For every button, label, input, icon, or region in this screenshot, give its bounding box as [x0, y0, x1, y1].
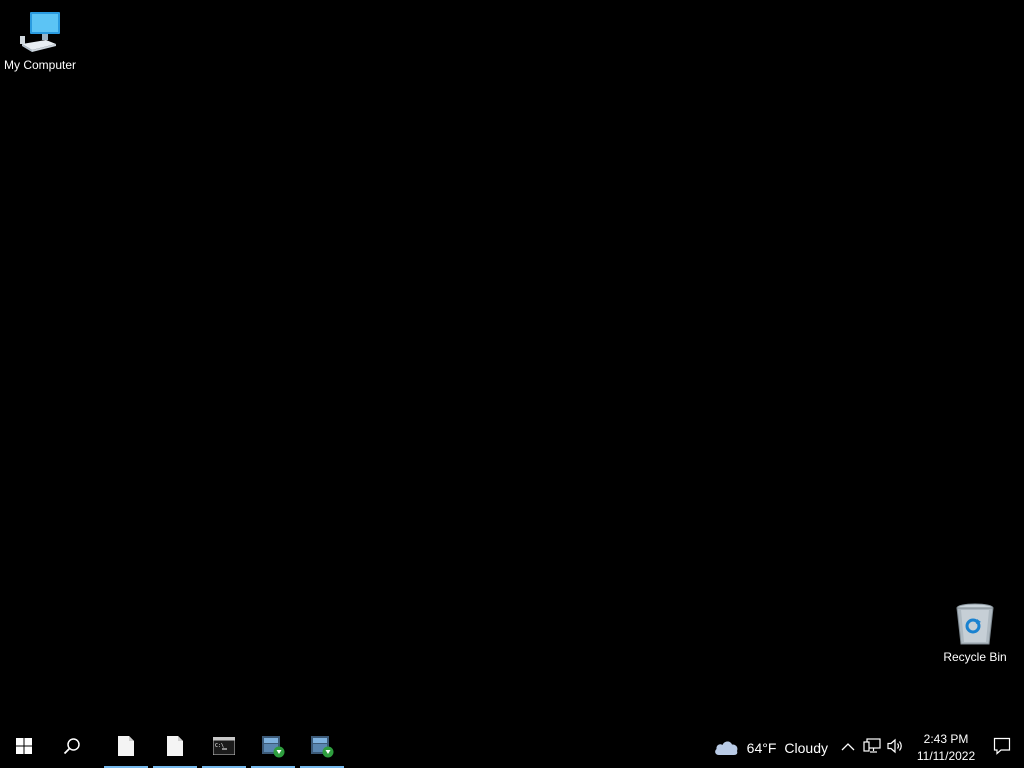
weather-condition: Cloudy [784, 740, 828, 756]
recycle-bin-icon [951, 600, 999, 648]
weather-temperature: 64°F [746, 740, 777, 756]
network-icon [863, 737, 881, 759]
clock-date: 11/11/2022 [916, 749, 976, 763]
chevron-up-icon [841, 739, 855, 757]
computer-icon [16, 8, 64, 56]
weather-widget[interactable]: 64°F Cloudy [709, 728, 836, 768]
volume-icon [887, 738, 905, 759]
desktop-icon-label: Recycle Bin [943, 650, 1007, 664]
installer-icon [310, 734, 334, 763]
notification-icon [993, 737, 1011, 760]
taskbar-app-installer-2[interactable] [298, 728, 346, 768]
volume-button[interactable] [884, 728, 908, 768]
search-button[interactable] [48, 728, 96, 768]
command-prompt-icon: C:\ [212, 736, 236, 760]
desktop-icon-my-computer[interactable]: My Computer [0, 8, 80, 72]
desktop: My Computer Recycle Bin [0, 0, 1024, 728]
taskbar: C:\ 64°F Cloudy 2:43 PM 11/11/2022 [0, 728, 1024, 768]
desktop-icon-label: My Computer [3, 58, 77, 72]
clock-time: 2:43 PM [923, 732, 969, 746]
network-button[interactable] [860, 728, 884, 768]
system-tray: 64°F Cloudy 2:43 PM 11/11/2022 [709, 728, 1024, 768]
action-center-button[interactable] [980, 728, 1024, 768]
cloud-icon [713, 738, 739, 759]
document-icon [118, 735, 134, 761]
taskbar-app-installer-1[interactable] [249, 728, 297, 768]
desktop-icon-recycle-bin[interactable]: Recycle Bin [935, 600, 1015, 664]
start-button[interactable] [0, 728, 48, 768]
taskbar-app-command-prompt[interactable]: C:\ [200, 728, 248, 768]
search-icon [63, 737, 81, 760]
document-icon [167, 735, 183, 761]
svg-text:C:\: C:\ [215, 743, 224, 749]
clock[interactable]: 2:43 PM 11/11/2022 [912, 728, 980, 768]
installer-icon [261, 734, 285, 763]
taskbar-app-document-2[interactable] [151, 728, 199, 768]
windows-logo-icon [16, 737, 32, 759]
show-hidden-icons-button[interactable] [836, 728, 860, 768]
taskbar-app-document-1[interactable] [102, 728, 150, 768]
